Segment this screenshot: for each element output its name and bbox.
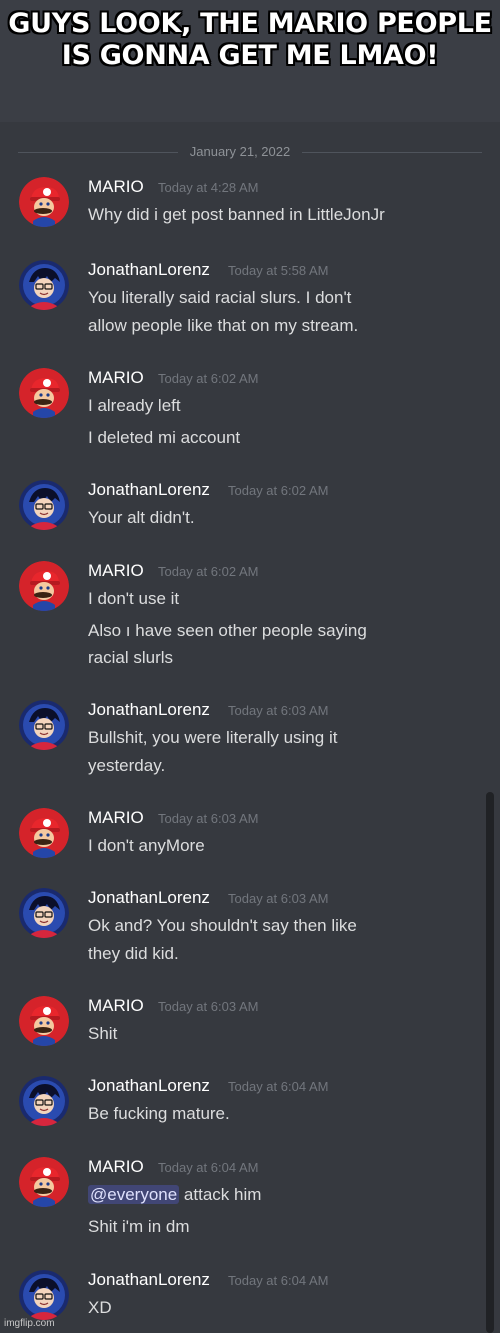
author-name[interactable]: MARIO (88, 808, 144, 828)
date-divider-text: January 21, 2022 (189, 144, 291, 159)
message-line: @everyone attack him (88, 1185, 261, 1205)
message-timestamp: Today at 6:02 AM (158, 564, 259, 579)
message-timestamp: Today at 6:03 AM (158, 811, 259, 826)
message-line: yesterday. (88, 756, 166, 775)
message-line: allow people like that on my stream. (88, 316, 359, 335)
author-name[interactable]: JonathanLorenz (88, 700, 210, 720)
message-line: they did kid. (88, 944, 179, 963)
jonathan-avatar[interactable] (19, 1076, 69, 1126)
mario-avatar[interactable] (19, 1157, 69, 1207)
message-line: Be fucking mature. (88, 1104, 230, 1123)
author-name[interactable]: JonathanLorenz (88, 1270, 210, 1290)
chat-scrollbar[interactable] (486, 792, 494, 1333)
mario-avatar[interactable] (19, 177, 69, 227)
message-line: Shit i'm in dm (88, 1217, 190, 1236)
message-timestamp: Today at 6:03 AM (158, 999, 259, 1014)
message-timestamp: Today at 6:04 AM (158, 1160, 259, 1175)
author-name[interactable]: MARIO (88, 996, 144, 1016)
message-line: I deleted mi account (88, 428, 241, 447)
message-line: I don't anyMore (88, 836, 205, 855)
jonathan-avatar[interactable] (19, 700, 69, 750)
message-line: Your alt didn't. (88, 508, 195, 527)
message-line: Also ı have seen other people saying (88, 621, 367, 640)
divider-line-left (18, 152, 178, 153)
jonathan-avatar[interactable] (19, 260, 69, 310)
message-line: racial slurls (88, 648, 174, 667)
message-line: Why did i get post banned in LittleJonJr (88, 205, 385, 224)
message-line: I don't use it (88, 589, 180, 608)
message-line: Ok and? You shouldn't say then like (88, 916, 357, 935)
message-timestamp: Today at 4:28 AM (158, 180, 259, 195)
chat-window: January 21, 2022 MARIO Today at 4:28 AM Wh… (0, 122, 500, 1333)
author-name[interactable]: JonathanLorenz (88, 1076, 210, 1096)
mario-avatar[interactable] (19, 368, 69, 418)
mario-avatar[interactable] (19, 996, 69, 1046)
message-line: You literally said racial slurs. I don't (88, 288, 352, 307)
imgflip-watermark: imgflip.com (4, 1318, 55, 1329)
jonathan-avatar[interactable] (19, 480, 69, 530)
author-name[interactable]: MARIO (88, 561, 144, 581)
message-line: Bullshit, you were literally using it (88, 728, 338, 747)
message-timestamp: Today at 6:02 AM (228, 483, 329, 498)
author-name[interactable]: MARIO (88, 177, 144, 197)
author-name[interactable]: JonathanLorenz (88, 260, 210, 280)
jonathan-avatar[interactable] (19, 888, 69, 938)
message-timestamp: Today at 5:58 AM (228, 263, 329, 278)
mario-avatar[interactable] (19, 808, 69, 858)
jonathan-avatar[interactable] (19, 1270, 69, 1320)
message-timestamp: Today at 6:02 AM (158, 371, 259, 386)
message-timestamp: Today at 6:03 AM (228, 891, 329, 906)
author-name[interactable]: JonathanLorenz (88, 888, 210, 908)
message-timestamp: Today at 6:04 AM (228, 1273, 329, 1288)
meme-caption-banner: GUYS LOOK, THE MARIO PEOPLE IS GONNA GET… (0, 0, 500, 122)
message-line: Shit (88, 1024, 118, 1043)
author-name[interactable]: JonathanLorenz (88, 480, 210, 500)
author-name[interactable]: MARIO (88, 368, 144, 388)
date-divider: January 21, 2022 (0, 144, 500, 160)
meme-caption-text: GUYS LOOK, THE MARIO PEOPLE IS GONNA GET… (8, 8, 492, 71)
message-timestamp: Today at 6:04 AM (228, 1079, 329, 1094)
mario-avatar[interactable] (19, 561, 69, 611)
message-timestamp: Today at 6:03 AM (228, 703, 329, 718)
author-name[interactable]: MARIO (88, 1157, 144, 1177)
mention-everyone[interactable]: @everyone (88, 1185, 180, 1204)
message-line: I already left (88, 396, 181, 415)
message-text: attack him (179, 1185, 262, 1204)
divider-line-right (302, 152, 482, 153)
message-line: XD (88, 1298, 112, 1317)
